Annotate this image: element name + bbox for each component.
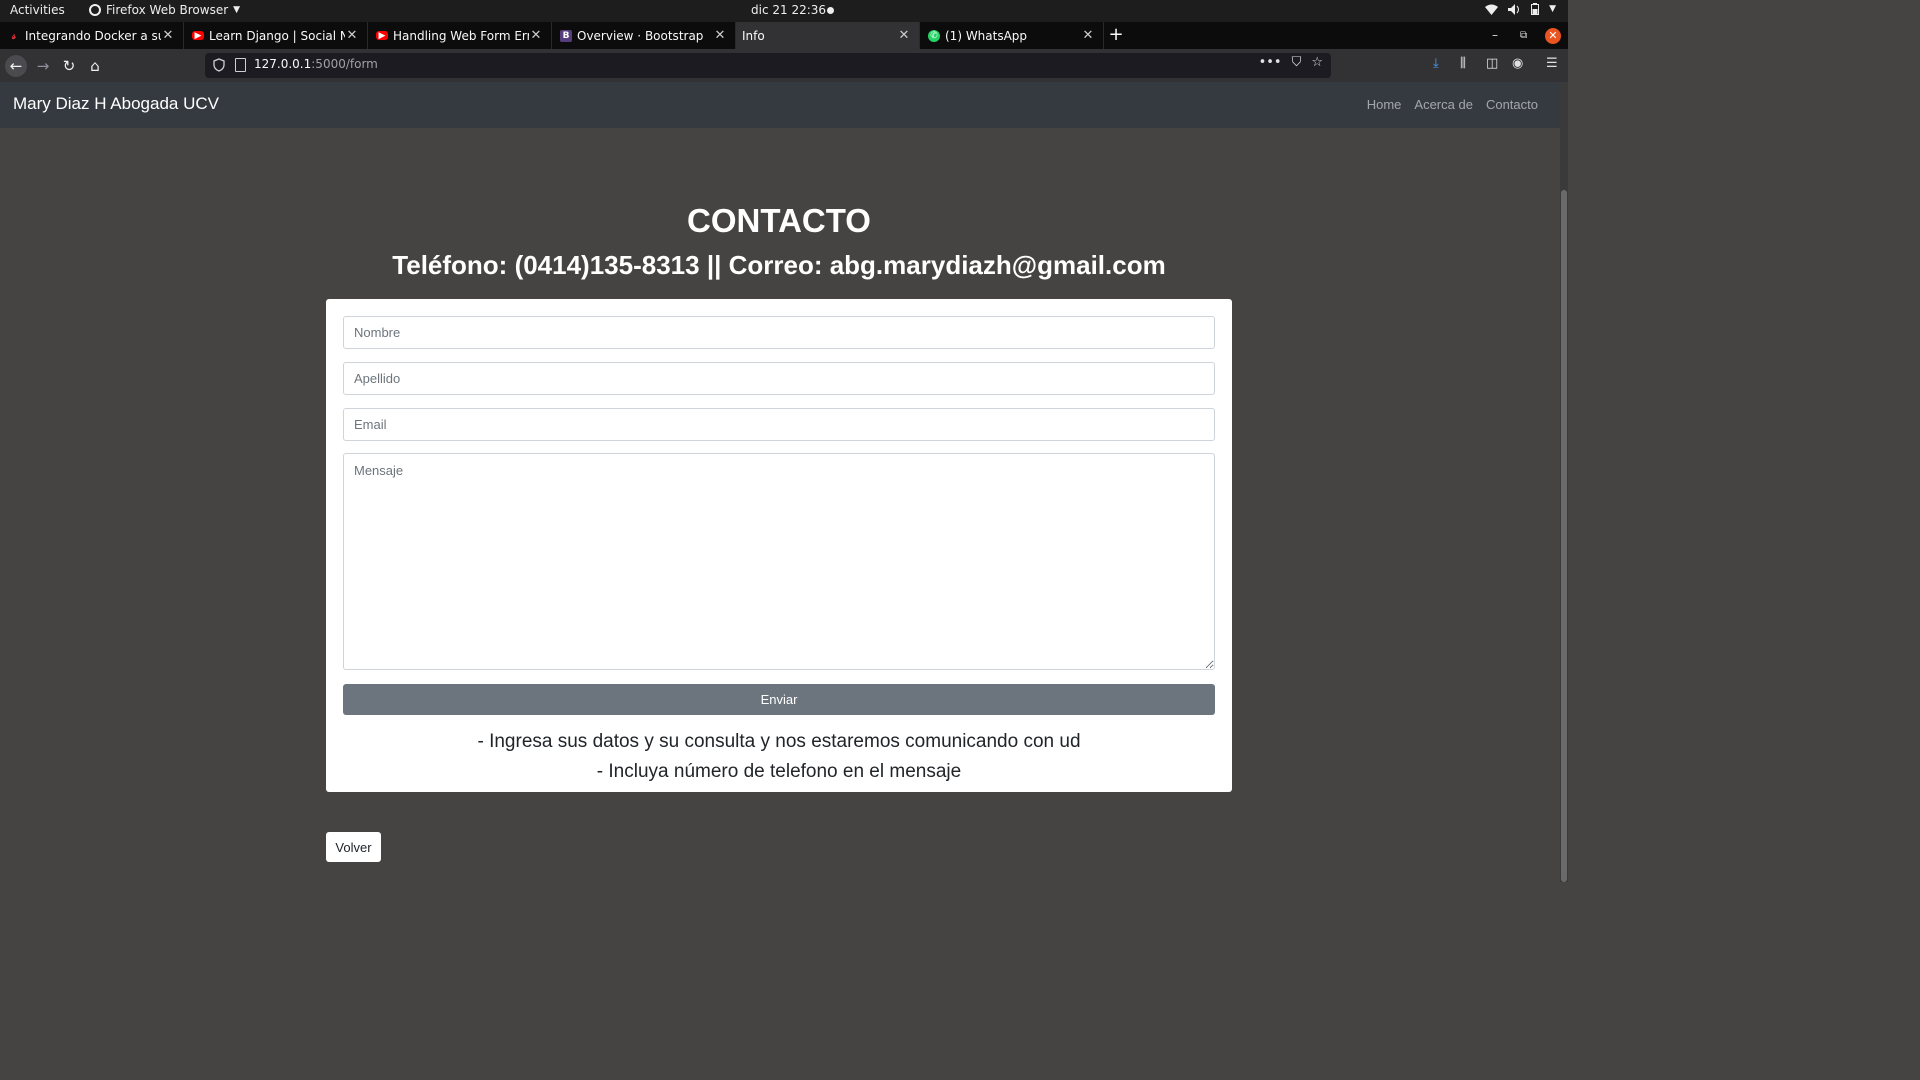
menu-icon[interactable]: ☰	[1546, 56, 1558, 71]
chevron-down-icon: ▼	[1549, 4, 1556, 14]
firefox-icon	[89, 4, 101, 16]
app-menu-label: Firefox Web Browser	[106, 3, 229, 17]
tab-title: Handling Web Form Erro	[393, 28, 529, 43]
whatsapp-icon: ✆	[928, 29, 940, 42]
library-icon[interactable]: ⫼	[1460, 56, 1466, 71]
contact-form-card: Enviar - Ingresa sus datos y su consulta…	[326, 299, 1232, 792]
page-info-icon[interactable]	[235, 58, 246, 72]
bootstrap-icon: B	[560, 29, 572, 42]
tab-title: Info	[742, 28, 765, 43]
site-brand[interactable]: Mary Diaz H Abogada UCV	[13, 94, 219, 114]
navigation-toolbar: ← → ↻ ⌂ 127.0.0.1:5000/form ••• ⛉ ☆ ⤓ ⫼ …	[0, 49, 1568, 82]
app-menu[interactable]: Firefox Web Browser ▼	[89, 3, 240, 17]
volver-button[interactable]: Volver	[326, 832, 381, 862]
tab-title: (1) WhatsApp	[945, 28, 1028, 43]
nav-link-home[interactable]: Home	[1367, 97, 1402, 112]
battery-icon	[1531, 3, 1540, 15]
volume-icon	[1508, 3, 1520, 15]
tab-title: Overview · Bootstrap	[577, 28, 704, 43]
chevron-down-icon: ▼	[233, 5, 241, 15]
red-logo-icon: 𝓈	[11, 28, 17, 42]
bookmark-star-icon[interactable]: ☆	[1311, 55, 1323, 70]
close-icon[interactable]: ✕	[1081, 28, 1095, 43]
system-top-bar: Activities Firefox Web Browser ▼ dic 21 …	[0, 0, 1568, 22]
close-icon[interactable]: ✕	[897, 28, 911, 43]
nombre-input[interactable]	[343, 316, 1215, 349]
close-icon[interactable]: ✕	[713, 28, 727, 43]
site-nav: Home Acerca de Contacto	[1367, 97, 1538, 112]
minimize-icon[interactable]: –	[1492, 22, 1498, 49]
home-icon[interactable]: ⌂	[84, 55, 106, 77]
download-icon[interactable]: ⤓	[1433, 56, 1439, 71]
browser-tab-active[interactable]: Info ✕	[736, 22, 920, 49]
sidebar-icon[interactable]: ◫	[1486, 56, 1498, 71]
tab-title: Integrando Docker a su	[25, 28, 161, 43]
youtube-icon: ▶	[192, 31, 204, 41]
activities-button[interactable]: Activities	[10, 3, 65, 17]
form-note: - Ingresa sus datos y su consulta y nos …	[477, 731, 1081, 752]
browser-tab[interactable]: ✆ (1) WhatsApp ✕	[920, 22, 1104, 49]
email-input[interactable]	[343, 408, 1215, 441]
browser-tab[interactable]: ▶ Learn Django | Social Ne ✕	[184, 22, 368, 49]
apellido-input[interactable]	[343, 362, 1215, 395]
tab-strip: 𝓈 Integrando Docker a su ✕ ▶ Learn Djang…	[0, 22, 1568, 49]
wifi-icon	[1485, 4, 1499, 15]
form-note: - Incluya número de telefono en el mensa…	[596, 761, 962, 782]
nav-link-acerca-de[interactable]: Acerca de	[1414, 97, 1473, 112]
back-arrow-icon[interactable]: ←	[5, 55, 27, 77]
new-tab-button[interactable]: +	[1105, 22, 1127, 49]
contact-info: Teléfono: (0414)135-8313 || Correo: abg.…	[392, 250, 1166, 280]
browser-tab[interactable]: ▶ Handling Web Form Erro ✕	[368, 22, 552, 49]
url-text[interactable]: 127.0.0.1:5000/form	[254, 57, 378, 71]
site-navbar: Mary Diaz H Abogada UCV Home Acerca de C…	[0, 82, 1560, 128]
account-icon[interactable]: ◉	[1512, 56, 1523, 71]
shield-icon[interactable]	[213, 58, 225, 72]
reload-icon[interactable]: ↻	[58, 55, 80, 77]
url-bar[interactable]: 127.0.0.1:5000/form ••• ⛉ ☆	[205, 53, 1331, 78]
restore-icon[interactable]: ⧉	[1520, 22, 1527, 49]
close-icon[interactable]: ✕	[529, 28, 543, 43]
forward-arrow-icon[interactable]: →	[32, 55, 54, 77]
system-tray[interactable]: ▼	[1485, 3, 1556, 15]
notification-dot-icon	[827, 7, 834, 14]
youtube-icon: ▶	[376, 31, 388, 41]
close-icon[interactable]: ✕	[345, 28, 359, 43]
close-icon[interactable]: ✕	[161, 28, 175, 43]
window-close-icon[interactable]: ✕	[1545, 28, 1561, 44]
scrollbar-thumb[interactable]	[1561, 190, 1567, 882]
nav-link-contacto[interactable]: Contacto	[1486, 97, 1538, 112]
browser-tab[interactable]: 𝓈 Integrando Docker a su ✕	[0, 22, 184, 49]
pocket-icon[interactable]: ⛉	[1292, 55, 1302, 70]
tab-title: Learn Django | Social Ne	[209, 28, 345, 43]
url-path: :5000/form	[311, 57, 378, 71]
browser-tab[interactable]: B Overview · Bootstrap ✕	[552, 22, 736, 49]
more-actions-icon[interactable]: •••	[1259, 55, 1282, 70]
page-title: CONTACTO	[687, 202, 871, 239]
enviar-button[interactable]: Enviar	[343, 684, 1215, 715]
url-host: 127.0.0.1	[254, 57, 312, 71]
clock[interactable]: dic 21 22:36	[751, 3, 826, 17]
mensaje-textarea[interactable]	[343, 453, 1215, 670]
